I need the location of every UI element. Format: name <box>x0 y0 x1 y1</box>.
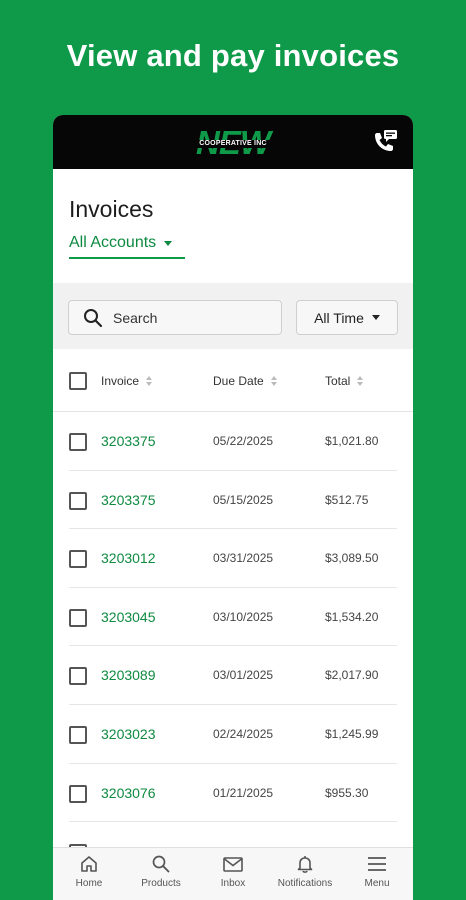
row-checkbox[interactable] <box>69 433 87 451</box>
invoice-number-link[interactable]: 3203375 <box>101 492 156 508</box>
nav-inbox-label: Inbox <box>220 878 246 889</box>
total-cell: $1,021.80 <box>325 434 379 448</box>
row-checkbox[interactable] <box>69 667 87 686</box>
nav-products[interactable]: Products <box>125 854 197 889</box>
sort-invoice-header[interactable]: Invoice <box>101 349 153 412</box>
brand-logo[interactable]: NEW COOPERATIVE INC <box>193 125 273 161</box>
select-all-checkbox[interactable] <box>69 372 87 390</box>
invoice-list: 3203375 05/22/2025 $1,021.80 3203375 05/… <box>53 412 413 863</box>
total-cell: $1,534.20 <box>325 609 379 624</box>
search-placeholder: Search <box>113 309 158 326</box>
account-selector[interactable]: All Accounts <box>69 234 185 259</box>
due-date-header-label: Due Date <box>213 373 264 388</box>
invoice-number-link[interactable]: 3203375 <box>101 433 156 449</box>
nav-inbox[interactable]: Inbox <box>197 854 269 889</box>
invoice-header-label: Invoice <box>101 373 140 388</box>
due-date-cell: 03/31/2025 <box>213 551 274 566</box>
due-date-cell: 01/21/2025 <box>213 785 274 800</box>
table-row[interactable]: 3203375 05/22/2025 $1,021.80 <box>53 412 413 471</box>
nav-home-label: Home <box>75 878 103 889</box>
chevron-down-icon <box>371 315 380 320</box>
invoice-number-link[interactable]: 3203045 <box>101 609 156 625</box>
due-date-cell: 05/22/2025 <box>213 434 274 448</box>
total-cell: $1,245.99 <box>325 726 379 741</box>
nav-menu-label: Menu <box>364 878 390 889</box>
invoice-number-link[interactable]: 3203076 <box>101 785 156 801</box>
sort-due-date-header[interactable]: Due Date <box>213 349 277 412</box>
search-icon <box>84 308 103 327</box>
row-checkbox[interactable] <box>69 550 87 569</box>
nav-notifications[interactable]: Notifications <box>269 854 341 889</box>
chevron-down-icon <box>164 240 173 246</box>
invoice-number-link[interactable]: 3203089 <box>101 667 156 683</box>
due-date-cell: 03/10/2025 <box>213 609 274 624</box>
table-row[interactable]: 3203375 05/15/2025 $512.75 <box>53 471 413 530</box>
row-checkbox[interactable] <box>69 725 87 744</box>
app-header: NEW COOPERATIVE INC <box>53 115 413 169</box>
phone-chat-icon[interactable] <box>371 129 399 155</box>
due-date-cell: 02/24/2025 <box>213 726 274 741</box>
row-checkbox[interactable] <box>69 491 87 510</box>
total-cell: $2,017.90 <box>325 668 379 683</box>
sort-total-header[interactable]: Total <box>325 349 364 412</box>
time-filter-dropdown[interactable]: All Time <box>296 300 398 335</box>
nav-home[interactable]: Home <box>53 854 125 889</box>
total-cell: $3,089.50 <box>325 551 379 566</box>
row-checkbox[interactable] <box>69 608 87 627</box>
account-selector-label: All Accounts <box>69 234 157 251</box>
search-field[interactable]: Search <box>68 300 282 335</box>
invoice-number-link[interactable]: 3203012 <box>101 550 156 566</box>
bottom-navigation: Home Products Inbox Notifications Menu <box>53 847 413 900</box>
nav-notifications-label: Notifications <box>277 878 333 889</box>
menu-icon <box>368 857 386 871</box>
nav-products-label: Products <box>141 878 181 889</box>
total-cell: $512.75 <box>325 492 369 507</box>
table-row[interactable]: 3203089 03/01/2025 $2,017.90 <box>53 646 413 705</box>
table-header: Invoice Due Date Total <box>53 349 413 412</box>
table-row[interactable]: 3203023 02/24/2025 $1,245.99 <box>53 705 413 764</box>
table-row[interactable]: 3203045 03/10/2025 $1,534.20 <box>53 588 413 647</box>
due-date-cell: 03/01/2025 <box>213 668 274 683</box>
total-cell: $955.30 <box>325 785 369 800</box>
home-icon <box>81 856 97 872</box>
page-title: Invoices <box>69 196 154 222</box>
row-checkbox[interactable] <box>69 784 87 803</box>
invoice-number-link[interactable]: 3203023 <box>101 726 156 742</box>
table-row[interactable]: 3203076 01/21/2025 $955.30 <box>53 764 413 823</box>
nav-menu[interactable]: Menu <box>341 854 413 889</box>
filter-bar: Search All Time <box>53 283 413 349</box>
search-icon <box>152 855 170 873</box>
total-header-label: Total <box>325 373 351 388</box>
due-date-cell: 05/15/2025 <box>213 492 274 507</box>
sort-icon <box>146 375 153 386</box>
mail-icon <box>223 857 243 872</box>
table-row[interactable]: 3203012 03/31/2025 $3,089.50 <box>53 529 413 588</box>
sort-icon <box>357 375 364 386</box>
promo-headline: View and pay invoices <box>66 38 400 73</box>
time-filter-label: All Time <box>314 309 364 326</box>
bell-icon <box>297 856 313 873</box>
sort-icon <box>270 375 277 386</box>
logo-subtitle: COOPERATIVE INC <box>199 140 267 147</box>
app-screen: NEW COOPERATIVE INC Invoices All Account… <box>53 115 413 900</box>
